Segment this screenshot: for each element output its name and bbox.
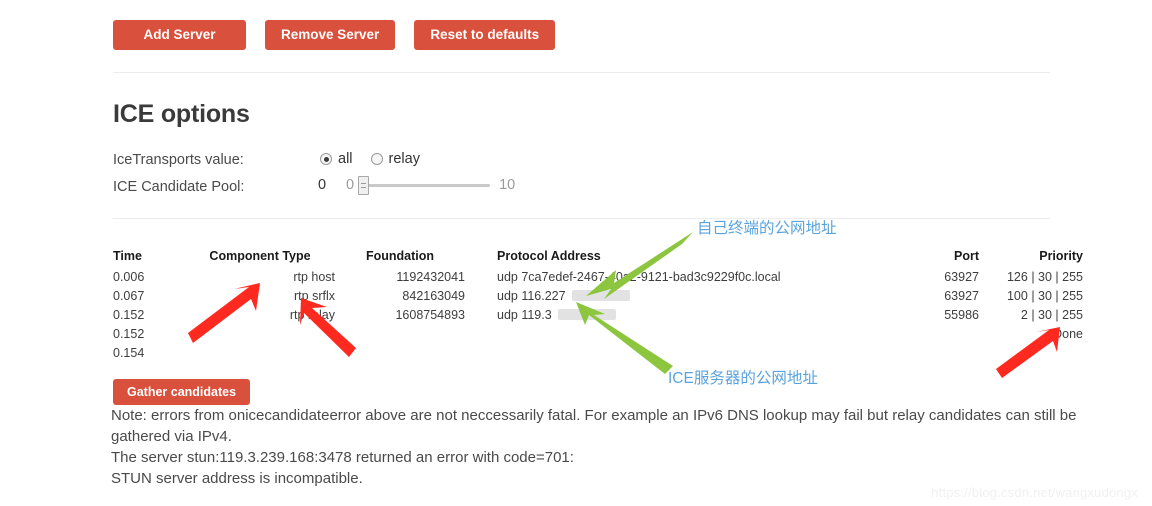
cell-spacer bbox=[757, 343, 887, 362]
cell-component bbox=[185, 343, 335, 362]
ice-candidate-pool-control: 0 0 10 bbox=[318, 176, 516, 195]
cell-port: 63927 bbox=[944, 288, 979, 303]
cell-time: 0.067 bbox=[113, 288, 145, 303]
annotation-client-public-address: 自己终端的公网地址 bbox=[697, 220, 837, 237]
table-row: 0.152 Done bbox=[113, 324, 1083, 343]
radio-option-relay[interactable]: relay bbox=[370, 151, 420, 167]
cell-protocol-address bbox=[465, 324, 757, 343]
radio-option-all[interactable]: all bbox=[320, 151, 353, 167]
cell-port bbox=[887, 343, 979, 362]
pool-slider[interactable] bbox=[358, 176, 491, 195]
cell-priority: 2 | 30 | 255 bbox=[1020, 307, 1083, 322]
pool-slider-track[interactable] bbox=[366, 183, 491, 187]
remove-server-button[interactable]: Remove Server bbox=[265, 20, 396, 50]
cell-component: rtp relay bbox=[289, 307, 335, 322]
ice-transports-label: IceTransports value: bbox=[113, 152, 244, 168]
cell-foundation: 1192432041 bbox=[396, 269, 465, 284]
cell-foundation: 842163049 bbox=[402, 288, 465, 303]
cell-port: 63927 bbox=[944, 269, 979, 284]
cell-spacer bbox=[757, 286, 887, 305]
note-line-2: The server stun:119.3.239.168:3478 retur… bbox=[111, 449, 574, 466]
cell-protocol-address bbox=[465, 343, 757, 362]
cell-priority: 126 | 30 | 255 bbox=[1006, 269, 1083, 284]
table-body: 0.006 rtp host 1192432041 udp 7ca7edef-2467… bbox=[113, 267, 1083, 362]
radio-dot-icon[interactable] bbox=[370, 153, 383, 165]
cell-component: rtp host bbox=[293, 269, 335, 284]
add-server-button[interactable]: Add Server bbox=[113, 20, 246, 50]
cell-protocol-address: udp 7ca7edef-2467-40a2-9121-bad3c9229f0c… bbox=[497, 269, 781, 284]
column-header-spacer bbox=[757, 249, 887, 267]
divider-middle bbox=[113, 218, 1050, 219]
table-row: 0.154 bbox=[113, 343, 1083, 362]
annotation-ice-server-public-address: ICE服务器的公网地址 bbox=[668, 370, 818, 387]
cell-priority: 100 | 30 | 255 bbox=[1006, 288, 1083, 303]
table-row: 0.006 rtp host 1192432041 udp 7ca7edef-2467… bbox=[113, 267, 1083, 286]
column-header-component: Component Type bbox=[209, 249, 311, 263]
cell-component: rtp srflx bbox=[294, 288, 335, 303]
watermark: https://blog.csdn.net/wangxudongx bbox=[931, 485, 1138, 500]
cell-foundation: 1608754893 bbox=[395, 307, 465, 322]
cell-protocol-address: udp 116.227 bbox=[465, 286, 757, 305]
column-header-time: Time bbox=[113, 249, 142, 263]
cell-priority bbox=[979, 343, 1083, 362]
cell-foundation bbox=[335, 324, 465, 343]
cell-time: 0.006 bbox=[113, 269, 145, 284]
cell-component bbox=[185, 324, 335, 343]
ice-transports-radio-group: all relay bbox=[320, 151, 420, 167]
radio-label-all: all bbox=[338, 151, 353, 167]
note-line-1: Note: errors from onicecandidateerror ab… bbox=[111, 407, 1077, 445]
server-actions-toolbar: Add Server Remove Server Reset to defaul… bbox=[113, 20, 556, 50]
redacted-address-block bbox=[557, 308, 616, 320]
cell-time: 0.154 bbox=[113, 345, 145, 360]
pool-min-label: 0 bbox=[346, 177, 355, 193]
pool-current-value: 0 bbox=[318, 177, 327, 193]
cell-port: 55986 bbox=[944, 307, 979, 322]
gather-candidates-button[interactable]: Gather candidates bbox=[113, 379, 251, 405]
reset-to-defaults-button[interactable]: Reset to defaults bbox=[414, 20, 556, 50]
column-header-foundation: Foundation bbox=[365, 249, 435, 263]
table-header-row: Time Component Type Foundation Protocol … bbox=[113, 249, 1083, 267]
cell-priority: Done bbox=[1053, 326, 1083, 341]
page-title: ICE options bbox=[113, 100, 250, 128]
ice-candidate-pool-label: ICE Candidate Pool: bbox=[113, 179, 245, 195]
cell-foundation bbox=[335, 343, 465, 362]
divider-top bbox=[113, 72, 1050, 73]
table-row: 0.067 rtp srflx 842163049 udp 116.227 63927 1… bbox=[113, 286, 1083, 305]
table-row: 0.152 rtp relay 1608754893 udp 119.3 55986 2 … bbox=[113, 305, 1083, 324]
ice-candidates-table: Time Component Type Foundation Protocol … bbox=[113, 249, 1083, 362]
column-header-protocol-address: Protocol Address bbox=[497, 249, 601, 263]
gather-note: Note: errors from onicecandidateerror ab… bbox=[111, 405, 1081, 489]
column-header-port: Port bbox=[954, 249, 979, 263]
cell-time: 0.152 bbox=[113, 307, 145, 322]
cell-spacer bbox=[757, 305, 887, 324]
cell-port bbox=[887, 324, 979, 343]
radio-dot-icon[interactable] bbox=[320, 153, 332, 165]
radio-label-relay: relay bbox=[388, 151, 420, 167]
column-header-priority: Priority bbox=[1039, 249, 1083, 263]
pool-slider-thumb[interactable] bbox=[358, 176, 370, 195]
cell-spacer bbox=[757, 324, 887, 343]
cell-time: 0.152 bbox=[113, 326, 145, 341]
cell-protocol-address: udp 119.3 bbox=[465, 305, 757, 324]
redacted-address-block bbox=[571, 289, 630, 301]
pool-max-label: 10 bbox=[499, 177, 516, 193]
